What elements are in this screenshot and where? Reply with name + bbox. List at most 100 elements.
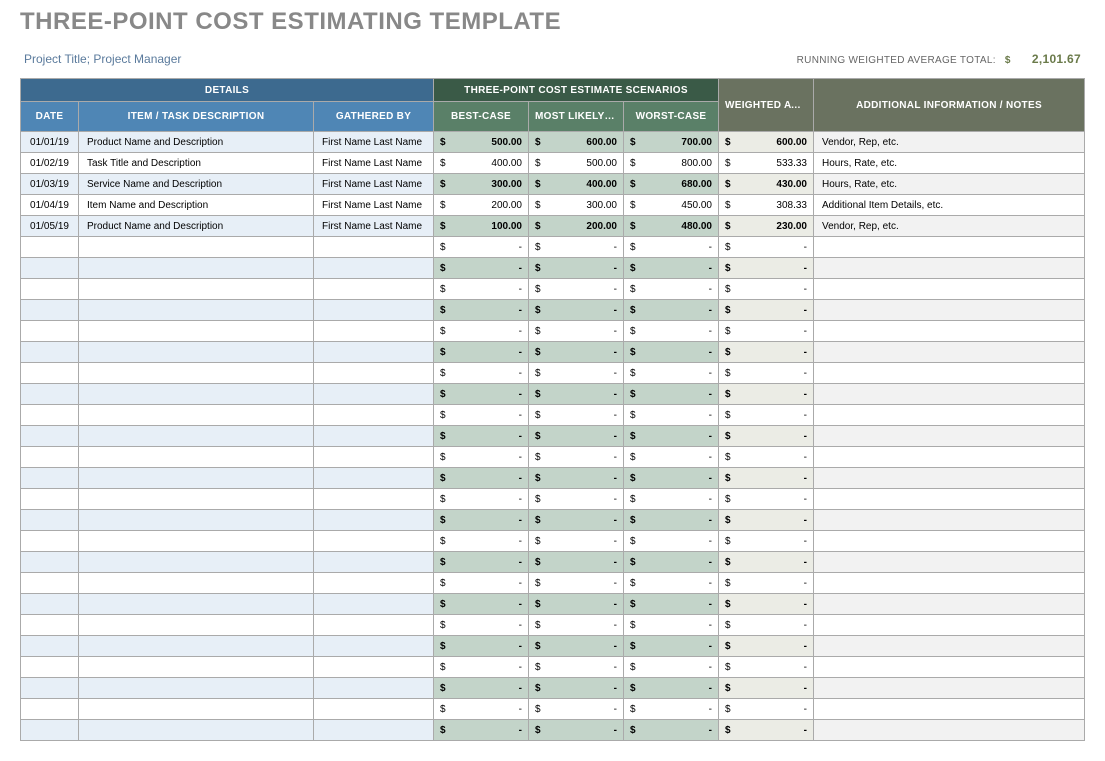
- cell-gathered-by[interactable]: [314, 720, 434, 741]
- money-cell[interactable]: $-: [719, 657, 814, 678]
- money-cell[interactable]: $-: [719, 321, 814, 342]
- cell-item[interactable]: [79, 342, 314, 363]
- cell-date[interactable]: [21, 468, 79, 489]
- money-cell[interactable]: $-: [624, 615, 719, 636]
- money-cell[interactable]: $-: [529, 447, 624, 468]
- money-cell[interactable]: $-: [529, 405, 624, 426]
- money-cell[interactable]: $-: [529, 573, 624, 594]
- cell-notes[interactable]: [814, 237, 1085, 258]
- cell-gathered-by[interactable]: [314, 363, 434, 384]
- money-cell[interactable]: $-: [624, 552, 719, 573]
- cell-gathered-by[interactable]: [314, 678, 434, 699]
- money-cell[interactable]: $-: [434, 279, 529, 300]
- money-cell[interactable]: $200.00: [434, 195, 529, 216]
- cell-date[interactable]: [21, 279, 79, 300]
- cell-notes[interactable]: [814, 384, 1085, 405]
- money-cell[interactable]: $-: [529, 678, 624, 699]
- cell-date[interactable]: [21, 384, 79, 405]
- cell-notes[interactable]: [814, 321, 1085, 342]
- money-cell[interactable]: $-: [624, 447, 719, 468]
- cell-item[interactable]: [79, 531, 314, 552]
- cell-notes[interactable]: [814, 573, 1085, 594]
- money-cell[interactable]: $230.00: [719, 216, 814, 237]
- money-cell[interactable]: $-: [529, 510, 624, 531]
- cell-gathered-by[interactable]: [314, 384, 434, 405]
- money-cell[interactable]: $308.33: [719, 195, 814, 216]
- money-cell[interactable]: $-: [434, 594, 529, 615]
- cell-item[interactable]: [79, 615, 314, 636]
- cell-date[interactable]: [21, 657, 79, 678]
- cell-notes[interactable]: Vendor, Rep, etc.: [814, 216, 1085, 237]
- money-cell[interactable]: $-: [624, 594, 719, 615]
- money-cell[interactable]: $430.00: [719, 174, 814, 195]
- money-cell[interactable]: $-: [719, 552, 814, 573]
- cell-date[interactable]: [21, 258, 79, 279]
- money-cell[interactable]: $-: [529, 531, 624, 552]
- cell-notes[interactable]: [814, 363, 1085, 384]
- money-cell[interactable]: $-: [624, 426, 719, 447]
- cell-item[interactable]: [79, 426, 314, 447]
- cell-notes[interactable]: [814, 300, 1085, 321]
- money-cell[interactable]: $600.00: [529, 132, 624, 153]
- money-cell[interactable]: $400.00: [529, 174, 624, 195]
- money-cell[interactable]: $-: [529, 279, 624, 300]
- cell-gathered-by[interactable]: First Name Last Name: [314, 216, 434, 237]
- cell-notes[interactable]: [814, 426, 1085, 447]
- money-cell[interactable]: $-: [434, 531, 529, 552]
- money-cell[interactable]: $-: [719, 237, 814, 258]
- money-cell[interactable]: $-: [719, 363, 814, 384]
- cell-gathered-by[interactable]: [314, 468, 434, 489]
- cell-item[interactable]: [79, 258, 314, 279]
- cell-item[interactable]: Product Name and Description: [79, 132, 314, 153]
- money-cell[interactable]: $-: [529, 258, 624, 279]
- cell-notes[interactable]: Vendor, Rep, etc.: [814, 132, 1085, 153]
- money-cell[interactable]: $-: [719, 405, 814, 426]
- money-cell[interactable]: $-: [719, 699, 814, 720]
- money-cell[interactable]: $-: [529, 384, 624, 405]
- money-cell[interactable]: $-: [529, 552, 624, 573]
- money-cell[interactable]: $-: [434, 552, 529, 573]
- cell-notes[interactable]: [814, 615, 1085, 636]
- cell-notes[interactable]: [814, 258, 1085, 279]
- cell-gathered-by[interactable]: First Name Last Name: [314, 195, 434, 216]
- cell-date[interactable]: [21, 447, 79, 468]
- money-cell[interactable]: $-: [529, 636, 624, 657]
- cell-item[interactable]: Service Name and Description: [79, 174, 314, 195]
- cell-gathered-by[interactable]: [314, 405, 434, 426]
- cell-item[interactable]: [79, 384, 314, 405]
- cell-item[interactable]: [79, 405, 314, 426]
- money-cell[interactable]: $-: [624, 468, 719, 489]
- cell-notes[interactable]: [814, 552, 1085, 573]
- cell-item[interactable]: [79, 489, 314, 510]
- cell-gathered-by[interactable]: First Name Last Name: [314, 153, 434, 174]
- money-cell[interactable]: $500.00: [434, 132, 529, 153]
- cell-item[interactable]: Task Title and Description: [79, 153, 314, 174]
- money-cell[interactable]: $450.00: [624, 195, 719, 216]
- money-cell[interactable]: $-: [719, 615, 814, 636]
- cell-item[interactable]: [79, 447, 314, 468]
- cell-date[interactable]: [21, 342, 79, 363]
- cell-item[interactable]: [79, 468, 314, 489]
- money-cell[interactable]: $680.00: [624, 174, 719, 195]
- money-cell[interactable]: $-: [719, 510, 814, 531]
- cell-date[interactable]: [21, 321, 79, 342]
- money-cell[interactable]: $-: [434, 405, 529, 426]
- money-cell[interactable]: $-: [529, 657, 624, 678]
- cell-date[interactable]: [21, 699, 79, 720]
- money-cell[interactable]: $300.00: [529, 195, 624, 216]
- cell-gathered-by[interactable]: [314, 615, 434, 636]
- money-cell[interactable]: $-: [719, 531, 814, 552]
- money-cell[interactable]: $-: [529, 237, 624, 258]
- cell-gathered-by[interactable]: [314, 447, 434, 468]
- money-cell[interactable]: $-: [434, 363, 529, 384]
- cell-gathered-by[interactable]: [314, 489, 434, 510]
- money-cell[interactable]: $-: [719, 300, 814, 321]
- money-cell[interactable]: $-: [434, 384, 529, 405]
- money-cell[interactable]: $-: [719, 384, 814, 405]
- money-cell[interactable]: $-: [624, 384, 719, 405]
- money-cell[interactable]: $-: [624, 510, 719, 531]
- cell-item[interactable]: Product Name and Description: [79, 216, 314, 237]
- cell-notes[interactable]: [814, 447, 1085, 468]
- cell-gathered-by[interactable]: [314, 279, 434, 300]
- cell-date[interactable]: [21, 426, 79, 447]
